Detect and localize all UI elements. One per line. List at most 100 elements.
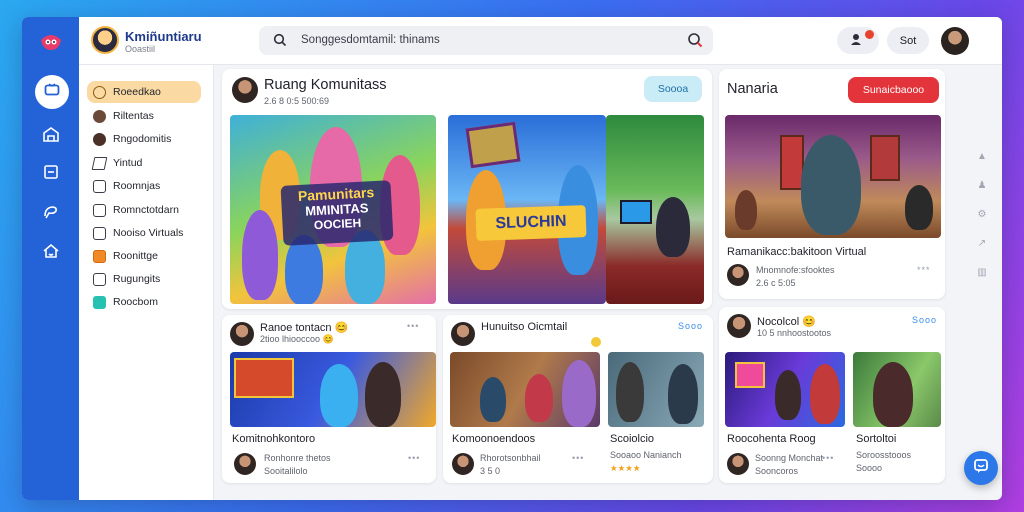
sidebar-item-3[interactable]: Yintud xyxy=(87,152,201,174)
image-screen xyxy=(735,362,765,388)
brush-icon xyxy=(42,204,60,225)
more-options-icon[interactable]: Sooo xyxy=(912,315,937,325)
sidebar-item-6[interactable]: Nooiso Virtuals xyxy=(87,222,201,244)
house-icon xyxy=(42,243,60,264)
brand-avatar[interactable] xyxy=(91,26,119,54)
photo-person xyxy=(656,197,690,257)
brand-subtitle: Ooastiil xyxy=(125,44,156,54)
featured-image-right[interactable] xyxy=(606,115,704,304)
search-submit-icon[interactable] xyxy=(687,32,703,53)
featured-image-center[interactable]: SLUCHIN xyxy=(448,115,606,304)
rail-brush-button[interactable] xyxy=(36,199,66,229)
sidebar-item-4[interactable]: Roomnjas xyxy=(87,175,201,197)
pin-icon[interactable]: ♟ xyxy=(976,180,988,192)
rail-house-button[interactable] xyxy=(36,238,66,268)
sidebar-item-1[interactable]: Riltentas xyxy=(87,105,201,127)
sidebar-item-2[interactable]: Rngodomitis xyxy=(87,128,201,150)
card-avatar[interactable] xyxy=(727,453,749,475)
card-title[interactable]: Sortoltoi xyxy=(856,433,896,445)
rail-tv-button[interactable] xyxy=(35,75,69,109)
post-avatar[interactable] xyxy=(727,314,751,338)
card-avatar[interactable] xyxy=(452,453,474,475)
right-panel-image[interactable] xyxy=(725,115,941,238)
document-icon xyxy=(43,164,59,185)
image-screen xyxy=(234,358,294,398)
tv-icon xyxy=(44,82,60,102)
card-title[interactable]: Scoiolcio xyxy=(610,433,654,445)
card-author: Soroosstooos xyxy=(856,450,912,460)
nav-rail xyxy=(22,17,79,500)
post-image-2[interactable] xyxy=(450,352,600,427)
rail-document-button[interactable] xyxy=(36,159,66,189)
sidebar-item-5[interactable]: Romnctotdarn xyxy=(87,199,201,221)
more-options-icon[interactable]: Sooo xyxy=(678,321,703,331)
card-author: Ronhonre thetos xyxy=(264,453,331,463)
join-button[interactable]: Soooa xyxy=(644,76,702,102)
post-author: Nocolcol 😊 xyxy=(757,316,816,328)
sot-button[interactable]: Sot xyxy=(887,27,929,54)
user-group-icon xyxy=(850,32,866,49)
more-options-icon[interactable]: *** xyxy=(917,265,931,275)
post-subtitle: 2tioo lhiooccoo 😊 xyxy=(260,334,334,344)
box-icon xyxy=(93,179,106,193)
sidebar-item-9[interactable]: Roocbom xyxy=(87,291,201,313)
more-options-icon[interactable]: ••• xyxy=(822,453,834,463)
more-options-icon[interactable]: ••• xyxy=(407,321,419,331)
avatar-icon xyxy=(93,109,106,123)
featured-image-left[interactable]: Pamunitars MMINITAS OOCIEH xyxy=(230,115,436,304)
community-stats: 2.6 8 0:5 500:69 xyxy=(264,96,330,106)
card-author: Sooaoo Nanianch xyxy=(610,450,682,460)
share-icon[interactable]: ↗ xyxy=(976,238,988,250)
brand-title: Kmiñuntiaru xyxy=(125,29,202,44)
right-card-avatar[interactable] xyxy=(727,264,749,286)
photo-person xyxy=(801,135,861,235)
card-title[interactable]: Komoonoendoos xyxy=(452,433,535,445)
flame-icon xyxy=(93,249,106,263)
sidebar-item-0[interactable]: Roeedkao xyxy=(87,81,201,103)
post-image-4[interactable] xyxy=(725,352,845,427)
card-meta: Sooitalilolo xyxy=(264,466,308,476)
search-bar[interactable]: Songgesdomtamil: thinams xyxy=(259,26,713,55)
post-image-1[interactable] xyxy=(230,352,436,427)
card-title[interactable]: Roocohenta Roog xyxy=(727,433,816,445)
notifications-button[interactable] xyxy=(837,27,879,54)
card-avatar[interactable] xyxy=(234,453,256,475)
image-banner-center: SLUCHIN xyxy=(475,205,587,241)
gear-icon[interactable]: ⚙ xyxy=(976,209,988,221)
post-avatar[interactable] xyxy=(230,322,254,346)
post-author: Hunuitso Oicmtail xyxy=(481,321,568,333)
photo-person xyxy=(905,185,933,230)
home-icon xyxy=(42,126,60,147)
chat-icon xyxy=(93,295,106,309)
panel-icon[interactable]: ▥ xyxy=(976,267,988,279)
sidebar-item-8[interactable]: Rugungits xyxy=(87,268,201,290)
photo-person xyxy=(320,364,358,427)
user-avatar[interactable] xyxy=(941,27,969,55)
logo-icon[interactable] xyxy=(38,29,64,55)
search-icon xyxy=(273,33,287,52)
chat-fab-button[interactable] xyxy=(964,451,998,485)
right-card-title[interactable]: Ramanikacc:bakitoon Virtual xyxy=(727,246,866,258)
notification-dot xyxy=(865,30,874,39)
photo-person xyxy=(562,360,596,427)
card-title[interactable]: Komitnohkontoro xyxy=(232,433,315,445)
card-author: Soonng Monchat xyxy=(755,453,824,463)
search-input[interactable]: Songgesdomtamil: thinams xyxy=(301,34,440,46)
post-image-5[interactable] xyxy=(853,352,941,427)
more-options-icon[interactable]: ••• xyxy=(408,453,420,463)
pencil-icon xyxy=(91,156,108,170)
sidebar-item-7[interactable]: Roonittge xyxy=(87,245,201,267)
image-shelf xyxy=(870,135,900,181)
post-avatar[interactable] xyxy=(451,322,475,346)
community-avatar[interactable] xyxy=(232,77,258,103)
community-title: Ruang Komunitass xyxy=(264,77,387,93)
more-options-icon[interactable]: ••• xyxy=(572,453,584,463)
right-panel-title: Nanaria xyxy=(727,81,778,97)
warning-icon[interactable]: ▲ xyxy=(976,151,988,163)
rail-home-button[interactable] xyxy=(36,121,66,151)
photo-person xyxy=(810,364,840,424)
emoji-icon xyxy=(591,337,601,347)
right-action-button[interactable]: Sunaicbaooo xyxy=(848,77,939,103)
right-card-meta: 2.6 c 5:05 xyxy=(756,278,796,288)
post-image-3[interactable] xyxy=(608,352,704,427)
